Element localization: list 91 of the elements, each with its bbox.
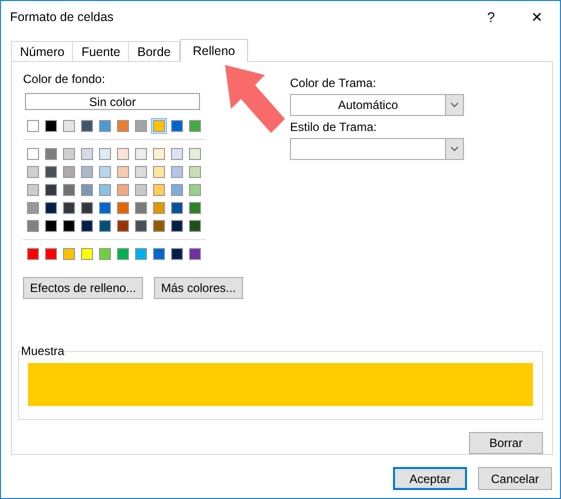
color-swatch[interactable]: [97, 246, 113, 262]
color-swatch[interactable]: [115, 200, 131, 216]
color-swatch[interactable]: [187, 146, 203, 162]
arrow-drawing: [223, 63, 287, 135]
color-swatch[interactable]: [133, 246, 149, 262]
clear-button[interactable]: Borrar: [469, 432, 543, 454]
color-swatch[interactable]: [79, 118, 95, 134]
help-button[interactable]: ?: [468, 1, 514, 33]
color-swatch[interactable]: [169, 146, 185, 162]
color-swatch[interactable]: [133, 182, 149, 198]
pattern-style-label: Estilo de Trama:: [290, 120, 378, 135]
dialog-button[interactable]: Efectos de relleno...: [23, 277, 144, 299]
color-swatch[interactable]: [169, 218, 185, 234]
color-swatch[interactable]: [25, 182, 41, 198]
color-swatch[interactable]: [115, 246, 131, 262]
color-swatch[interactable]: [187, 118, 203, 134]
color-swatch[interactable]: [133, 218, 149, 234]
color-swatch[interactable]: [151, 118, 167, 134]
dialog-button[interactable]: Aceptar: [393, 467, 467, 490]
color-swatch[interactable]: [43, 182, 59, 198]
color-swatch[interactable]: [79, 164, 95, 180]
color-swatch[interactable]: [79, 200, 95, 216]
color-swatch[interactable]: [25, 164, 41, 180]
pattern-color-label: Color de Trama:: [290, 76, 378, 91]
color-swatch[interactable]: [115, 146, 131, 162]
tab[interactable]: Relleno: [180, 39, 248, 62]
color-swatch[interactable]: [187, 218, 203, 234]
color-swatch[interactable]: [133, 200, 149, 216]
color-swatch[interactable]: [169, 200, 185, 216]
color-swatch[interactable]: [43, 164, 59, 180]
color-swatch[interactable]: [97, 164, 113, 180]
color-swatch[interactable]: [61, 218, 77, 234]
color-swatch[interactable]: [61, 182, 77, 198]
color-swatch[interactable]: [187, 200, 203, 216]
color-swatch[interactable]: [25, 200, 41, 216]
color-swatch[interactable]: [133, 164, 149, 180]
pattern-color-dropdown[interactable]: Automático: [290, 94, 464, 116]
color-swatch[interactable]: [43, 146, 59, 162]
color-swatch[interactable]: [151, 182, 167, 198]
color-swatch[interactable]: [79, 246, 95, 262]
color-swatch[interactable]: [169, 164, 185, 180]
color-swatch[interactable]: [43, 218, 59, 234]
sample-label: Muestra: [21, 344, 64, 358]
color-swatch[interactable]: [151, 146, 167, 162]
pattern-style-dropdown[interactable]: [290, 138, 464, 160]
color-swatch[interactable]: [43, 118, 59, 134]
color-swatch[interactable]: [25, 118, 41, 134]
color-swatch[interactable]: [151, 218, 167, 234]
color-swatch[interactable]: [187, 182, 203, 198]
dialog-button[interactable]: Más colores...: [154, 277, 243, 299]
chevron-down-icon: [445, 95, 463, 115]
color-swatch[interactable]: [97, 182, 113, 198]
color-swatch[interactable]: [169, 118, 185, 134]
color-swatch[interactable]: [115, 218, 131, 234]
background-color-label: Color de fondo:: [23, 72, 106, 87]
color-swatch[interactable]: [115, 182, 131, 198]
no-color-button[interactable]: Sin color: [25, 93, 200, 110]
color-swatch[interactable]: [25, 146, 41, 162]
color-swatch[interactable]: [43, 200, 59, 216]
color-swatch[interactable]: [133, 146, 149, 162]
color-swatch[interactable]: [115, 164, 131, 180]
color-swatch[interactable]: [79, 182, 95, 198]
color-swatch[interactable]: [187, 164, 203, 180]
color-swatch[interactable]: [133, 118, 149, 134]
color-swatch[interactable]: [97, 218, 113, 234]
color-swatch[interactable]: [169, 182, 185, 198]
color-swatch[interactable]: [169, 246, 185, 262]
color-swatch[interactable]: [61, 164, 77, 180]
color-swatch[interactable]: [97, 118, 113, 134]
tab[interactable]: Número: [11, 41, 74, 61]
close-button[interactable]: ✕: [514, 1, 560, 33]
color-swatch[interactable]: [61, 146, 77, 162]
dialog-button[interactable]: Cancelar: [478, 467, 552, 490]
tab[interactable]: Borde: [128, 41, 180, 61]
color-swatch[interactable]: [61, 118, 77, 134]
window-title: Formato de celdas: [10, 10, 115, 24]
color-swatch[interactable]: [115, 118, 131, 134]
color-swatch[interactable]: [151, 246, 167, 262]
color-swatch[interactable]: [61, 200, 77, 216]
color-swatch[interactable]: [25, 218, 41, 234]
color-swatch[interactable]: [97, 200, 113, 216]
color-swatch[interactable]: [151, 200, 167, 216]
color-swatch[interactable]: [151, 164, 167, 180]
color-swatch[interactable]: [25, 246, 41, 262]
color-swatch[interactable]: [97, 146, 113, 162]
color-swatch[interactable]: [61, 246, 77, 262]
color-swatch[interactable]: [43, 246, 59, 262]
color-swatch[interactable]: [187, 246, 203, 262]
color-swatch[interactable]: [79, 146, 95, 162]
chevron-down-icon: [445, 139, 463, 159]
color-swatch[interactable]: [79, 218, 95, 234]
